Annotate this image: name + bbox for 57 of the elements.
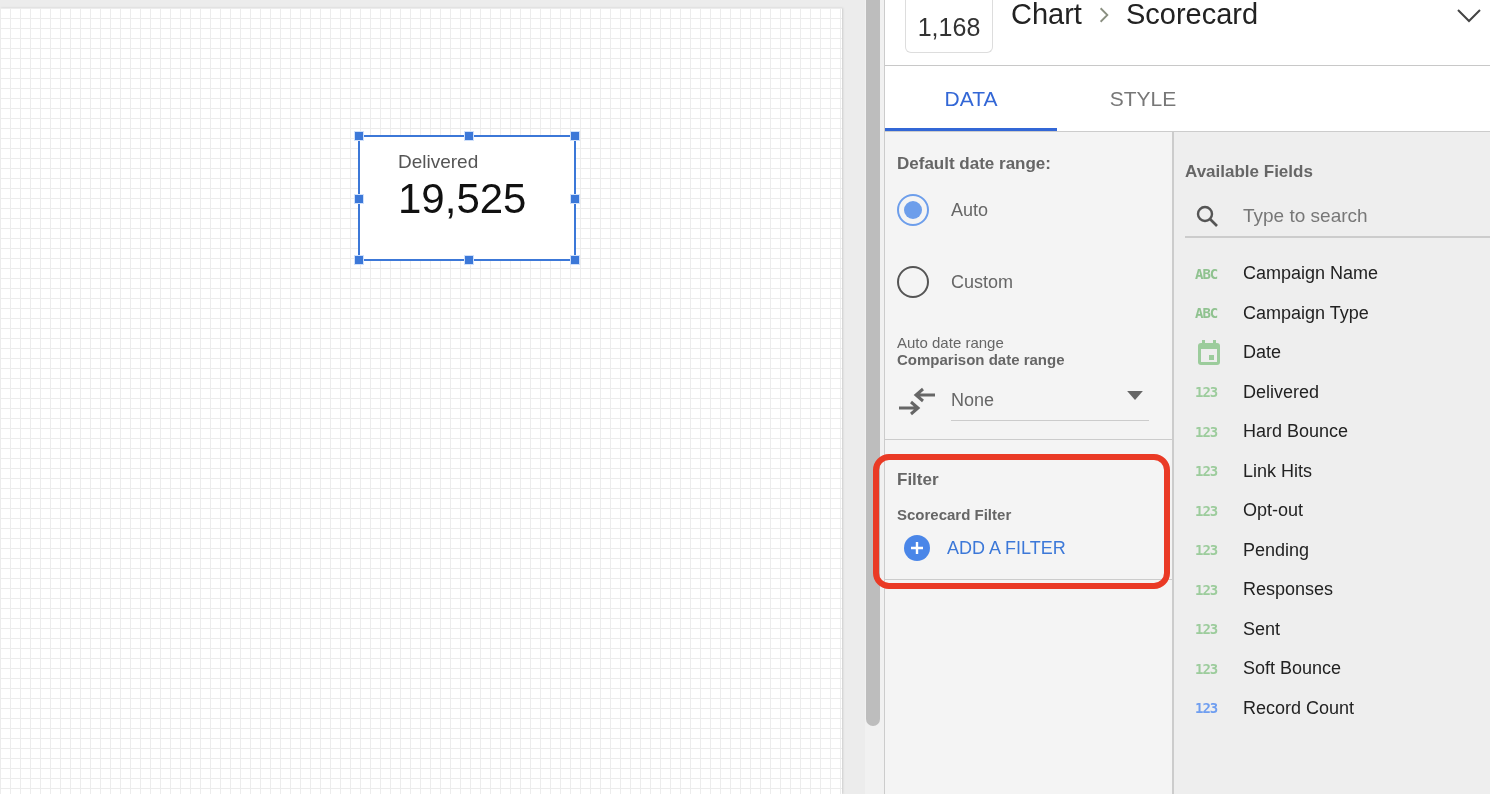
- resize-handle[interactable]: [570, 131, 580, 141]
- field-item[interactable]: 123 Record Count: [1185, 688, 1490, 728]
- field-item[interactable]: 123 Soft Bounce: [1185, 649, 1490, 689]
- resize-handle[interactable]: [354, 255, 364, 265]
- field-type-icon: 123: [1195, 660, 1223, 677]
- chevron-right-icon: [1097, 5, 1110, 24]
- breadcrumb-item: Scorecard: [1125, 0, 1259, 31]
- resize-handle[interactable]: [570, 194, 580, 204]
- field-item[interactable]: 123 Hard Bounce: [1185, 412, 1490, 452]
- total-badge: 1,168: [905, 0, 993, 53]
- field-item[interactable]: 123 Delivered: [1185, 372, 1490, 412]
- resize-handle[interactable]: [570, 255, 580, 265]
- field-item[interactable]: 123 Responses: [1185, 570, 1490, 610]
- field-item[interactable]: 123 Pending: [1185, 530, 1490, 570]
- field-type-icon: 123: [1195, 423, 1223, 440]
- scorecard-label: Delivered: [398, 151, 480, 173]
- resize-handle[interactable]: [354, 131, 364, 141]
- resize-handle[interactable]: [354, 194, 364, 204]
- radio-button[interactable]: [897, 266, 929, 298]
- field-item[interactable]: 123 Link Hits: [1185, 451, 1490, 491]
- field-type-icon: 123: [1195, 463, 1223, 480]
- field-item[interactable]: ABC Campaign Type: [1185, 293, 1490, 333]
- radio-label[interactable]: Auto: [951, 199, 989, 221]
- section-title: Default date range:: [897, 154, 1052, 174]
- plus-icon: [904, 535, 930, 561]
- add-filter-button[interactable]: ADD A FILTER: [897, 535, 1066, 561]
- breadcrumb-item: Chart: [1011, 0, 1082, 31]
- section-title: Available Fields: [1185, 162, 1314, 182]
- field-item[interactable]: 123 Opt-out: [1185, 491, 1490, 531]
- resize-handle[interactable]: [464, 255, 474, 265]
- auto-date-label: Auto date range: [897, 334, 1005, 351]
- field-item[interactable]: Date: [1185, 333, 1490, 373]
- calendar-icon: [1197, 339, 1221, 366]
- field-type-icon: 123: [1195, 700, 1223, 717]
- scorecard-value: 19,525: [398, 175, 528, 223]
- comparison-title: Comparison date range: [897, 351, 1066, 368]
- search-field[interactable]: Type to search: [1241, 204, 1490, 228]
- filter-subtitle: Scorecard Filter: [897, 506, 1013, 523]
- radio-button[interactable]: [897, 194, 929, 226]
- field-type-icon: 123: [1195, 581, 1223, 598]
- search-icon[interactable]: [1195, 204, 1219, 228]
- chevron-down-icon[interactable]: [1456, 7, 1482, 23]
- resize-handle[interactable]: [464, 131, 474, 141]
- field-type-icon: ABC: [1195, 265, 1223, 282]
- dropdown-arrow-icon[interactable]: [1127, 390, 1143, 400]
- comparison-dropdown[interactable]: None: [951, 380, 1149, 421]
- section-title: Filter: [897, 470, 940, 490]
- field-item[interactable]: 123 Sent: [1185, 609, 1490, 649]
- field-type-icon: 123: [1195, 621, 1223, 638]
- field-item[interactable]: ABC Campaign Name: [1185, 254, 1490, 294]
- scrollbar-thumb[interactable]: [865, 0, 880, 726]
- field-type-icon: 123: [1195, 542, 1223, 559]
- field-type-icon: ABC: [1195, 305, 1223, 322]
- field-type-icon: 123: [1195, 502, 1223, 519]
- compare-arrows-icon: [897, 385, 937, 416]
- field-type-icon: 123: [1195, 384, 1223, 401]
- radio-label[interactable]: Custom: [951, 271, 1013, 293]
